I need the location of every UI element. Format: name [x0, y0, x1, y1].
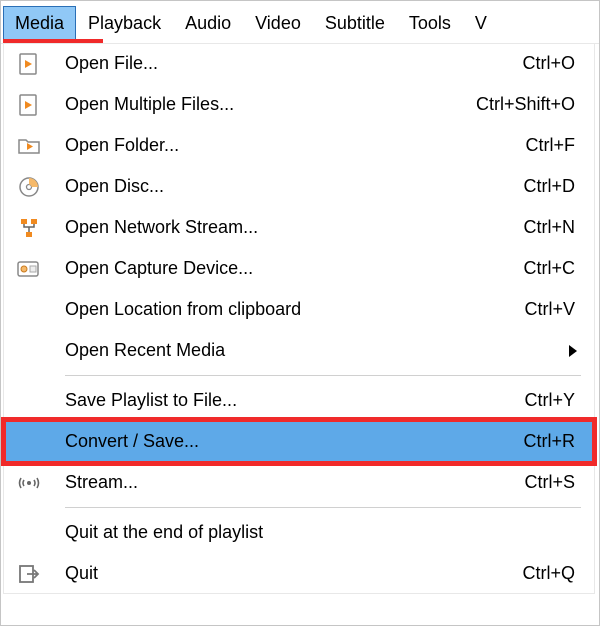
- menu-label: Open Recent Media: [65, 340, 557, 361]
- network-icon: [17, 216, 41, 240]
- menu-open-folder[interactable]: Open Folder... Ctrl+F: [3, 125, 595, 166]
- submenu-arrow-icon: [569, 345, 579, 357]
- menu-shortcut: Ctrl+V: [524, 299, 579, 320]
- window: Media Playback Audio Video Subtitle Tool…: [0, 0, 600, 626]
- menu-label: Open Network Stream...: [65, 217, 523, 238]
- menu-tools[interactable]: Tools: [397, 6, 463, 40]
- media-dropdown: Open File... Ctrl+O Open Multiple Files.…: [3, 43, 595, 594]
- menu-quit[interactable]: Quit Ctrl+Q: [3, 553, 595, 594]
- menu-shortcut: Ctrl+D: [523, 176, 579, 197]
- menu-open-location-clipboard[interactable]: Open Location from clipboard Ctrl+V: [3, 289, 595, 330]
- menu-audio[interactable]: Audio: [173, 6, 243, 40]
- menu-shortcut: Ctrl+S: [524, 472, 579, 493]
- menu-shortcut: Ctrl+Q: [522, 563, 579, 584]
- menu-trunc[interactable]: V: [463, 6, 499, 40]
- menu-label: Save Playlist to File...: [65, 390, 524, 411]
- menu-shortcut: Ctrl+Y: [524, 390, 579, 411]
- menu-label: Open File...: [65, 53, 522, 74]
- menu-open-network-stream[interactable]: Open Network Stream... Ctrl+N: [3, 207, 595, 248]
- menu-label: Convert / Save...: [65, 431, 523, 452]
- menu-open-multiple-files[interactable]: Open Multiple Files... Ctrl+Shift+O: [3, 84, 595, 125]
- blank-icon: [17, 521, 41, 545]
- menu-open-recent-media[interactable]: Open Recent Media: [3, 330, 595, 371]
- menu-subtitle[interactable]: Subtitle: [313, 6, 397, 40]
- capture-icon: [17, 257, 41, 281]
- blank-icon: [17, 389, 41, 413]
- menu-label: Quit at the end of playlist: [65, 522, 575, 543]
- menu-open-file[interactable]: Open File... Ctrl+O: [3, 43, 595, 84]
- menu-convert-save[interactable]: Convert / Save... Ctrl+R: [3, 421, 595, 462]
- menubar: Media Playback Audio Video Subtitle Tool…: [1, 1, 599, 44]
- separator: [65, 375, 581, 376]
- menu-shortcut: Ctrl+C: [523, 258, 579, 279]
- menu-label: Open Location from clipboard: [65, 299, 524, 320]
- menu-save-playlist[interactable]: Save Playlist to File... Ctrl+Y: [3, 380, 595, 421]
- folder-play-icon: [17, 134, 41, 158]
- menu-shortcut: Ctrl+O: [522, 53, 579, 74]
- menu-label: Open Multiple Files...: [65, 94, 476, 115]
- menu-shortcut: Ctrl+Shift+O: [476, 94, 579, 115]
- menu-label: Quit: [65, 563, 522, 584]
- menu-quit-end-playlist[interactable]: Quit at the end of playlist: [3, 512, 595, 553]
- blank-icon: [17, 430, 41, 454]
- file-play-icon: [17, 52, 41, 76]
- file-play-icon: [17, 93, 41, 117]
- menu-shortcut: Ctrl+R: [523, 431, 579, 452]
- menu-label: Open Folder...: [65, 135, 526, 156]
- menu-label: Open Capture Device...: [65, 258, 523, 279]
- menu-playback[interactable]: Playback: [76, 6, 173, 40]
- quit-icon: [17, 562, 41, 586]
- blank-icon: [17, 298, 41, 322]
- disc-icon: [17, 175, 41, 199]
- blank-icon: [17, 339, 41, 363]
- menu-label: Stream...: [65, 472, 524, 493]
- separator: [65, 507, 581, 508]
- menu-shortcut: Ctrl+F: [526, 135, 580, 156]
- menu-shortcut: Ctrl+N: [523, 217, 579, 238]
- stream-icon: [17, 471, 41, 495]
- menu-media[interactable]: Media: [3, 6, 76, 40]
- menu-video[interactable]: Video: [243, 6, 313, 40]
- menu-open-capture-device[interactable]: Open Capture Device... Ctrl+C: [3, 248, 595, 289]
- menu-label: Open Disc...: [65, 176, 523, 197]
- menu-open-disc[interactable]: Open Disc... Ctrl+D: [3, 166, 595, 207]
- menu-stream[interactable]: Stream... Ctrl+S: [3, 462, 595, 503]
